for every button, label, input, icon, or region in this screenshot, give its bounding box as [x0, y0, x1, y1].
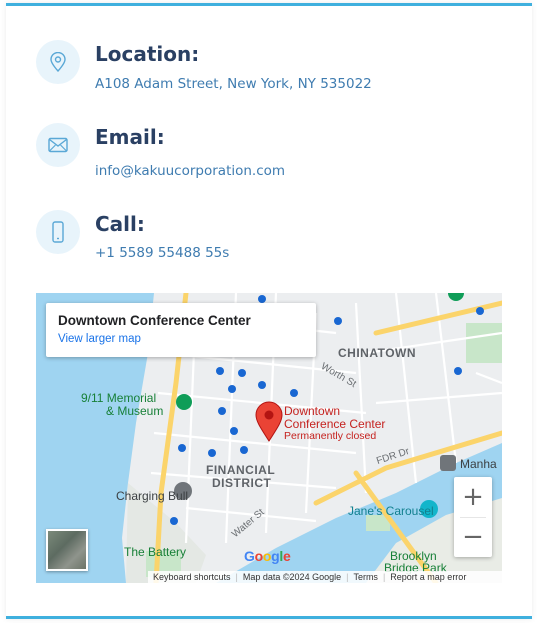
label-charging-bull: Charging Bull: [116, 489, 189, 503]
call-icon-circle: [36, 210, 80, 254]
email-icon-circle: [36, 123, 80, 167]
location-title: Location:: [95, 42, 200, 66]
label-district: DISTRICT: [212, 476, 272, 490]
label-pin-2[interactable]: Conference Center: [284, 417, 385, 431]
satellite-layer-toggle[interactable]: [46, 529, 88, 571]
label-battery: The Battery: [124, 545, 187, 559]
location-icon-circle: [36, 40, 80, 84]
phone-icon: [52, 221, 64, 243]
google-map[interactable]: CHINATOWN FINANCIAL DISTRICT 9/11 Memori…: [36, 293, 502, 583]
zoom-controls: + −: [454, 477, 492, 557]
label-janes-carousel: Jane's Carousel: [348, 504, 434, 518]
label-pin-status: Permanently closed: [284, 430, 377, 442]
view-larger-map-link[interactable]: View larger map: [58, 333, 304, 345]
label-financial: FINANCIAL: [206, 463, 276, 477]
label-chinatown: CHINATOWN: [338, 346, 417, 360]
keyboard-shortcuts-link[interactable]: Keyboard shortcuts: [148, 572, 236, 582]
google-logo: Google: [244, 548, 291, 564]
label-memorial-1: 9/11 Memorial: [81, 391, 157, 405]
email-title: Email:: [95, 125, 165, 149]
zoom-in-button[interactable]: +: [454, 477, 492, 517]
location-address: A108 Adam Street, New York, NY 535022: [95, 76, 372, 92]
map-data-text: Map data ©2024 Google: [242, 572, 342, 582]
terms-link[interactable]: Terms: [348, 572, 383, 582]
call-title: Call:: [95, 212, 145, 236]
contact-card: Location: A108 Adam Street, New York, NY…: [6, 3, 532, 619]
zoom-out-button[interactable]: −: [454, 517, 492, 557]
map-attribution-bar: Keyboard shortcuts | Map data ©2024 Goog…: [148, 571, 502, 583]
call-number[interactable]: +1 5589 55488 55s: [95, 245, 229, 261]
report-map-error-link[interactable]: Report a map error: [385, 572, 471, 582]
label-memorial-2: & Museum: [106, 404, 164, 418]
email-link[interactable]: info@kakuucorporation.com: [95, 163, 285, 179]
map-place-name: Downtown Conference Center: [58, 313, 251, 328]
map-info-card: Downtown Conference Center View larger m…: [46, 303, 316, 357]
map-pin-icon: [50, 52, 66, 72]
label-pin-1[interactable]: Downtown: [284, 404, 340, 418]
label-manha: Manha: [460, 457, 497, 471]
envelope-icon: [48, 137, 68, 153]
